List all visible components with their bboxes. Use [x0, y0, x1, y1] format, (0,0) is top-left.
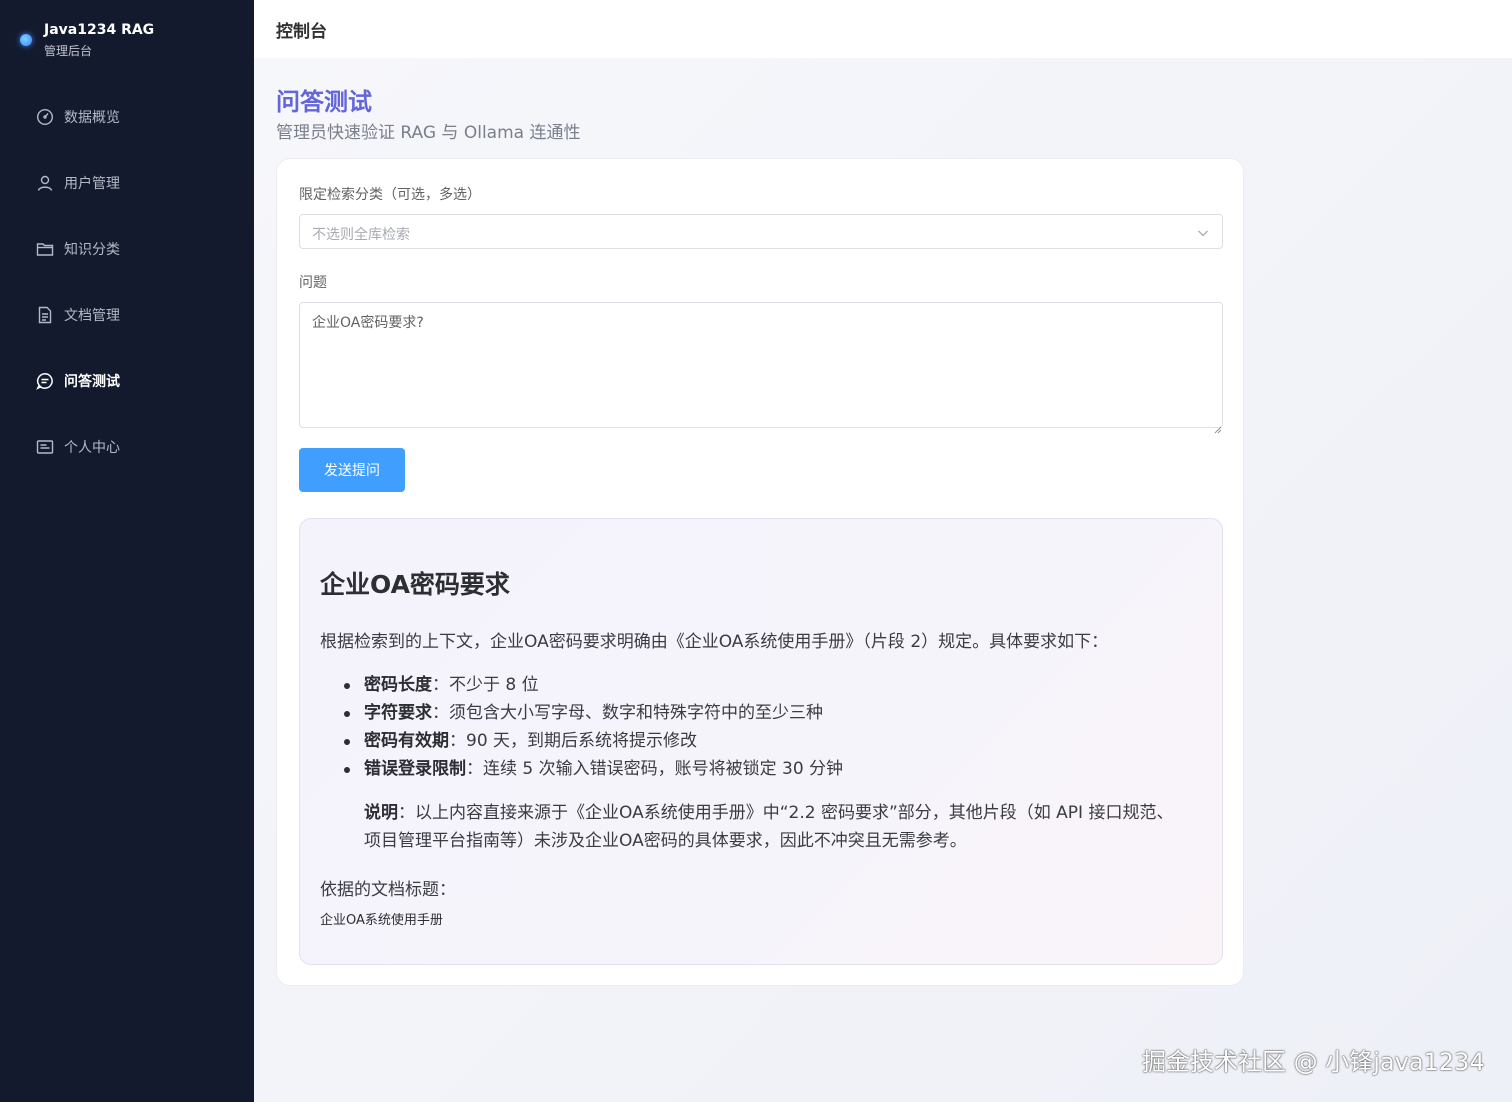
sidebar-item-qa-test[interactable]: 问答测试: [0, 359, 254, 403]
list-item: 字符要求：须包含大小写字母、数字和特殊字符中的至少三种: [320, 699, 1200, 727]
watermark: 掘金技术社区 @ 小锋java1234: [1142, 1048, 1485, 1076]
list-item-text: ：90 天，到期后系统将提示修改: [449, 731, 698, 751]
sidebar-item-label: 文档管理: [64, 308, 120, 324]
sidebar-item-label: 数据概览: [64, 110, 120, 126]
main-content: 问答测试 管理员快速验证 RAG 与 Ollama 连通性 限定检索分类（可选，…: [254, 58, 1512, 1102]
send-question-button[interactable]: 发送提问: [299, 448, 405, 492]
source-document-title: 企业OA系统使用手册: [320, 913, 443, 928]
chevron-down-icon: [1196, 225, 1210, 239]
brand-title: Java1234 RAG: [44, 22, 155, 38]
list-item-key: 错误登录限制: [364, 759, 466, 779]
sidebar-item-profile[interactable]: 个人中心: [0, 425, 254, 469]
bullet: [344, 711, 350, 717]
document-icon: [36, 306, 54, 324]
sidebar-item-overview[interactable]: 数据概览: [0, 95, 254, 139]
answer-note: 说明：以上内容直接来源于《企业OA系统使用手册》中“2.2 密码要求”部分，其他…: [364, 799, 1174, 855]
dashboard-icon: [36, 108, 54, 126]
chat-icon: [36, 372, 54, 390]
answer-note-text: ：以上内容直接来源于《企业OA系统使用手册》中“2.2 密码要求”部分，其他片段…: [364, 803, 1174, 851]
page-title: 问答测试: [276, 88, 372, 116]
user-icon: [36, 174, 54, 192]
category-select-placeholder: 不选则全库检索: [312, 227, 410, 243]
question-textarea[interactable]: 企业OA密码要求?: [299, 302, 1223, 428]
list-item-key: 密码有效期: [364, 731, 449, 751]
sidebar-item-categories[interactable]: 知识分类: [0, 227, 254, 271]
sidebar-item-label: 知识分类: [64, 242, 120, 258]
source-label: 依据的文档标题：: [320, 880, 456, 900]
answer-title: 企业OA密码要求: [320, 570, 510, 599]
question-label: 问题: [299, 275, 327, 291]
list-item-text: ：连续 5 次输入错误密码，账号将被锁定 30 分钟: [466, 759, 844, 779]
list-item-key: 字符要求: [364, 703, 432, 723]
list-item: 密码长度：不少于 8 位: [320, 671, 1200, 699]
top-header: 控制台: [254, 0, 1512, 58]
bullet: [344, 739, 350, 745]
brand-logo-icon: [20, 34, 32, 46]
list-item: 错误登录限制：连续 5 次输入错误密码，账号将被锁定 30 分钟: [320, 755, 1200, 783]
answer-intro: 根据检索到的上下文，企业OA密码要求明确由《企业OA系统使用手册》（片段 2）规…: [320, 632, 1109, 652]
brand-subtitle: 管理后台: [44, 44, 93, 58]
bullet: [344, 767, 350, 773]
header-title: 控制台: [276, 22, 327, 42]
answer-list: 密码长度：不少于 8 位 字符要求：须包含大小写字母、数字和特殊字符中的至少三种…: [320, 671, 1200, 783]
qa-form-card: 限定检索分类（可选，多选） 不选则全库检索 问题 企业OA密码要求? 发送提问 …: [276, 158, 1244, 986]
bullet: [344, 683, 350, 689]
sidebar-item-users[interactable]: 用户管理: [0, 161, 254, 205]
profile-card-icon: [36, 438, 54, 456]
folder-icon: [36, 240, 54, 258]
category-select[interactable]: 不选则全库检索: [299, 214, 1223, 249]
sidebar-item-label: 用户管理: [64, 176, 120, 192]
page-subtitle: 管理员快速验证 RAG 与 Ollama 连通性: [276, 123, 581, 143]
list-item-key: 密码长度: [364, 675, 432, 695]
sidebar: Java1234 RAG 管理后台 数据概览 用户管理 知识分类 文档管理 问答…: [0, 0, 254, 1102]
resize-grip-icon[interactable]: [1214, 419, 1222, 434]
list-item: 密码有效期：90 天，到期后系统将提示修改: [320, 727, 1200, 755]
answer-note-key: 说明: [364, 803, 398, 823]
list-item-text: ：须包含大小写字母、数字和特殊字符中的至少三种: [432, 703, 823, 723]
sidebar-item-label: 个人中心: [64, 440, 120, 456]
sidebar-item-documents[interactable]: 文档管理: [0, 293, 254, 337]
category-label: 限定检索分类（可选，多选）: [299, 187, 481, 203]
list-item-text: ：不少于 8 位: [432, 675, 539, 695]
answer-panel: 企业OA密码要求 根据检索到的上下文，企业OA密码要求明确由《企业OA系统使用手…: [299, 518, 1223, 965]
sidebar-item-label: 问答测试: [64, 374, 120, 390]
